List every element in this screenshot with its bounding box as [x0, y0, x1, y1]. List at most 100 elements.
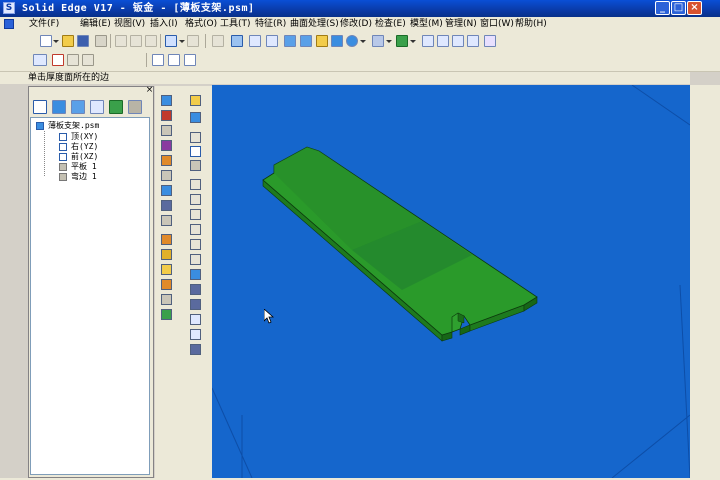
render-dropdown-icon[interactable] — [410, 40, 416, 43]
zoom-area-icon[interactable] — [422, 35, 434, 47]
tree-item-front-plane[interactable]: 前(XZ) — [71, 152, 98, 162]
menu-manage[interactable]: 管理(N) — [445, 17, 477, 31]
menu-window[interactable]: 窗口(W) — [480, 17, 514, 31]
mirror-icon[interactable] — [190, 269, 201, 280]
cut-icon[interactable] — [115, 35, 127, 47]
chamfer-icon[interactable] — [190, 329, 201, 340]
copy-part-icon[interactable] — [190, 299, 201, 310]
unbend-icon[interactable] — [161, 249, 172, 260]
zoom-icon[interactable] — [437, 35, 449, 47]
iso-view-icon[interactable] — [284, 35, 296, 47]
pattern-icon[interactable] — [190, 284, 201, 295]
pan-icon[interactable] — [467, 35, 479, 47]
add-body-icon[interactable] — [190, 344, 201, 355]
drawn-cutout-icon[interactable] — [190, 209, 201, 220]
print-icon[interactable] — [95, 35, 107, 47]
menu-view[interactable]: 视图(V) — [114, 17, 145, 31]
select-icon[interactable] — [161, 95, 172, 106]
graphics-viewport[interactable] — [212, 85, 690, 478]
hem-icon[interactable] — [161, 200, 172, 211]
bead-icon[interactable] — [190, 224, 201, 235]
cut-tool-icon[interactable] — [190, 146, 201, 157]
close-button[interactable]: × — [687, 1, 702, 15]
redo-icon[interactable] — [187, 35, 199, 47]
menu-format[interactable]: 格式(O) — [185, 17, 217, 31]
display-mode-icon[interactable] — [372, 35, 384, 47]
undo-icon[interactable] — [165, 35, 177, 47]
rotate-icon[interactable] — [484, 35, 496, 47]
rebend-icon[interactable] — [161, 264, 172, 275]
round-icon[interactable] — [190, 314, 201, 325]
sensors-tab-icon[interactable] — [71, 100, 85, 114]
close-corner-icon[interactable] — [161, 279, 172, 290]
flange-icon[interactable] — [161, 155, 172, 166]
new-dropdown-icon[interactable] — [53, 40, 59, 43]
open-icon[interactable] — [62, 35, 74, 47]
undo-dropdown-icon[interactable] — [179, 40, 185, 43]
sphere-view-icon[interactable] — [346, 35, 358, 47]
flange-option-2-icon[interactable] — [168, 54, 180, 66]
layers-tab-icon[interactable] — [52, 100, 66, 114]
lofted-flange-icon[interactable] — [161, 185, 172, 196]
pane-close-button[interactable]: × — [145, 86, 154, 95]
flange-option-1-icon[interactable] — [152, 54, 164, 66]
contour-flange-icon[interactable] — [161, 170, 172, 181]
flatten-icon[interactable] — [161, 309, 172, 320]
render-icon[interactable] — [396, 35, 408, 47]
break-corner-icon[interactable] — [161, 294, 172, 305]
library-tab-icon[interactable] — [90, 100, 104, 114]
tree-item-top-plane[interactable]: 顶(XY) — [71, 132, 98, 142]
menu-tools[interactable]: 工具(T) — [220, 17, 251, 31]
menu-help[interactable]: 帮助(H) — [515, 17, 547, 31]
cursor-tool-icon[interactable] — [190, 95, 201, 106]
top-view-icon[interactable] — [300, 35, 312, 47]
tree-item-flange[interactable]: 弯边 1 — [71, 172, 97, 182]
sketch-icon[interactable] — [161, 110, 172, 121]
engineering-tab-icon[interactable] — [128, 100, 142, 114]
select-tool-icon[interactable] — [231, 35, 243, 47]
help-arrow-icon[interactable] — [212, 35, 224, 47]
jog-icon[interactable] — [161, 215, 172, 226]
zoom-window-icon[interactable] — [249, 35, 261, 47]
bend-icon[interactable] — [161, 234, 172, 245]
menu-inspect[interactable]: 检查(E) — [375, 17, 406, 31]
new-icon[interactable] — [40, 35, 52, 47]
feature-pathfinder-tab-icon[interactable] — [33, 100, 47, 114]
profile-step-icon[interactable] — [82, 54, 94, 66]
louver-icon[interactable] — [190, 194, 201, 205]
plane-tool-icon[interactable] — [190, 112, 201, 123]
tree-item-tab[interactable]: 平板 1 — [71, 162, 97, 172]
save-icon[interactable] — [77, 35, 89, 47]
menu-edit[interactable]: 编辑(E) — [80, 17, 111, 31]
select-edge-step-icon[interactable] — [52, 54, 64, 66]
tree-item-document[interactable]: 薄板支架.psm — [48, 121, 99, 131]
shaded-icon[interactable] — [331, 35, 343, 47]
thicken-icon[interactable] — [190, 254, 201, 265]
edit-step-icon[interactable] — [67, 54, 79, 66]
minimize-button[interactable]: _ — [655, 1, 670, 15]
document-menu-icon[interactable] — [4, 19, 14, 29]
hole-icon[interactable] — [190, 160, 201, 171]
flange-option-3-icon[interactable] — [184, 54, 196, 66]
menu-features[interactable]: 特征(R) — [255, 17, 286, 31]
tab-icon[interactable] — [161, 140, 172, 151]
fit-all-icon[interactable] — [452, 35, 464, 47]
view-dropdown-icon[interactable] — [360, 40, 366, 43]
menu-file[interactable]: 文件(F) — [29, 17, 59, 31]
command-options-icon[interactable] — [33, 54, 47, 66]
disabled-tool-icon[interactable] — [161, 125, 172, 136]
lighting-icon[interactable] — [316, 35, 328, 47]
menu-insert[interactable]: 插入(I) — [150, 17, 178, 31]
dimple-icon[interactable] — [190, 179, 201, 190]
menu-model[interactable]: 模型(M) — [410, 17, 443, 31]
tree-item-right-plane[interactable]: 右(YZ) — [71, 142, 98, 152]
display-dropdown-icon[interactable] — [386, 40, 392, 43]
menu-surfacing[interactable]: 曲面处理(S) — [290, 17, 339, 31]
paste-icon[interactable] — [145, 35, 157, 47]
family-tab-icon[interactable] — [109, 100, 123, 114]
extrude-icon[interactable] — [190, 132, 201, 143]
menu-modify[interactable]: 修改(D) — [340, 17, 372, 31]
gusset-icon[interactable] — [190, 239, 201, 250]
maximize-button[interactable]: □ — [671, 1, 686, 15]
fit-icon[interactable] — [266, 35, 278, 47]
